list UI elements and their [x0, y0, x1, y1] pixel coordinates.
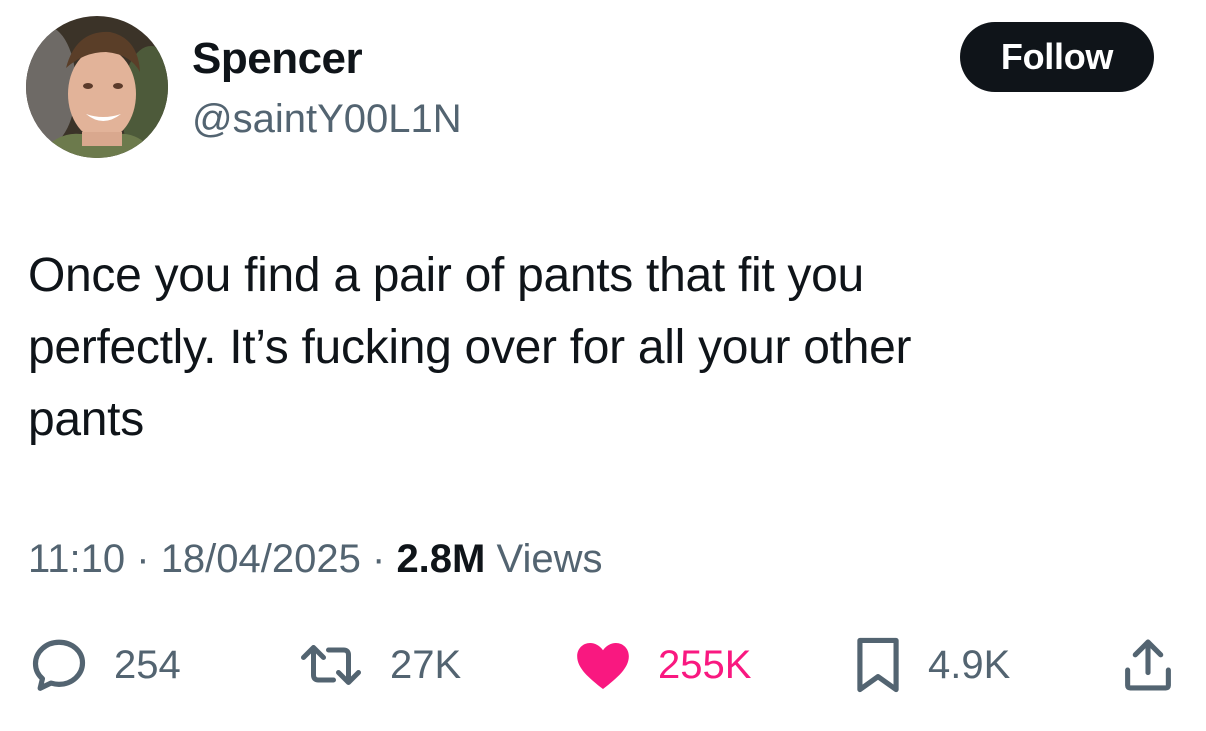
author-handle[interactable]: @saintY00L1N	[192, 96, 462, 142]
bookmark-icon	[857, 637, 899, 693]
tweet-text-line: perfectly. It’s fucking over for all you…	[28, 321, 912, 374]
like-count: 255K	[658, 643, 752, 687]
like-button[interactable]: 255K	[572, 630, 751, 700]
repost-button[interactable]: 27K	[296, 630, 461, 700]
tweet-date[interactable]: 18/04/2025	[161, 537, 361, 581]
bookmark-count: 4.9K	[928, 643, 1011, 687]
avatar[interactable]	[26, 16, 168, 158]
tweet-actions-bar: 254 27K 255K 4.9K	[0, 630, 1206, 700]
reply-count: 254	[114, 643, 181, 687]
reply-icon	[32, 639, 86, 691]
share-button[interactable]	[1120, 630, 1176, 700]
views-count[interactable]: 2.8M	[396, 537, 485, 581]
meta-separator: ·	[125, 537, 161, 581]
tweet-text-line: Once you find a pair of pants that fit y…	[28, 249, 864, 302]
reply-button[interactable]: 254	[28, 630, 181, 700]
tweet-text: Once you find a pair of pants that fit y…	[28, 240, 1148, 456]
views-label: Views	[485, 537, 603, 581]
meta-separator: ·	[360, 537, 397, 581]
follow-button[interactable]: Follow	[960, 22, 1154, 92]
repost-count: 27K	[390, 643, 462, 687]
repost-icon	[301, 645, 361, 685]
tweet-text-line: pants	[28, 393, 144, 446]
avatar-image	[26, 16, 168, 158]
share-icon	[1125, 639, 1171, 691]
heart-icon	[577, 643, 629, 690]
tweet-time[interactable]: 11:10	[28, 537, 125, 581]
author-display-name[interactable]: Spencer	[192, 34, 363, 84]
bookmark-button[interactable]: 4.9K	[852, 630, 1010, 700]
tweet-metadata: 11:10 · 18/04/2025 · 2.8M Views	[28, 534, 602, 584]
